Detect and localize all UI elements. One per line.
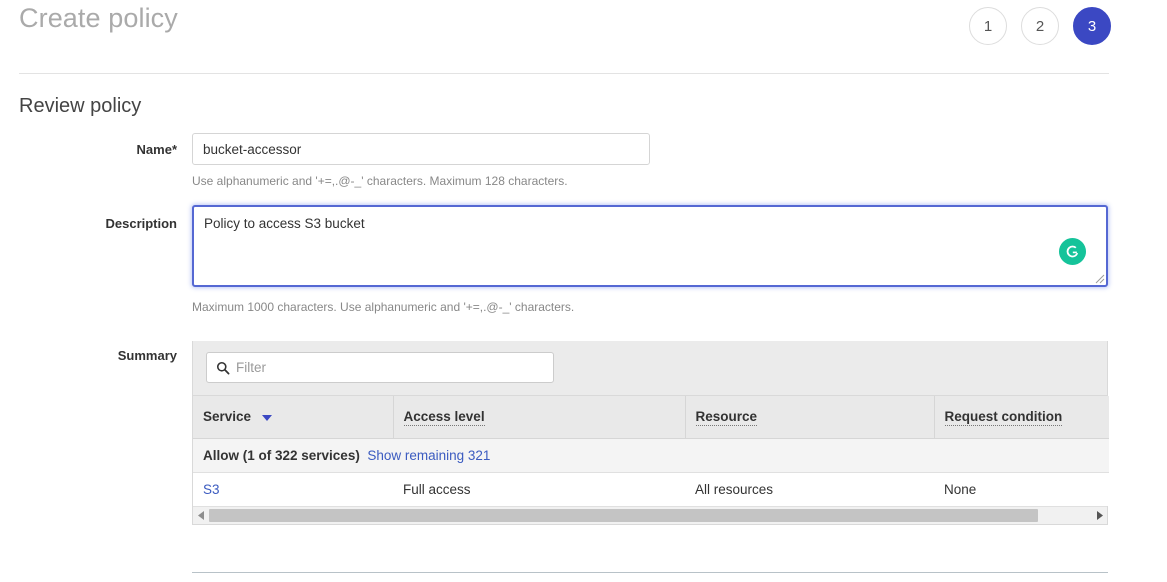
cell-access-level: Full access [393, 472, 685, 506]
step-3[interactable]: 3 [1073, 7, 1111, 45]
name-helper-text: Use alphanumeric and '+=,.@-_' character… [192, 174, 568, 188]
show-remaining-link[interactable]: Show remaining 321 [367, 448, 490, 463]
step-3-label: 3 [1088, 18, 1096, 35]
scrollbar-thumb[interactable] [209, 509, 1038, 522]
filter-box[interactable] [206, 352, 554, 383]
step-2[interactable]: 2 [1021, 7, 1059, 45]
column-header-service-label: Service [203, 409, 251, 424]
column-header-resource[interactable]: Resource [685, 396, 934, 438]
name-input[interactable] [192, 133, 650, 165]
table-group-row: Allow (1 of 322 services) Show remaining… [193, 438, 1109, 472]
sort-descending-icon [262, 415, 272, 421]
scroll-left-icon[interactable] [193, 507, 209, 524]
summary-table: Service Access level Resource Request co… [193, 396, 1109, 506]
summary-panel: Service Access level Resource Request co… [192, 341, 1108, 525]
horizontal-scrollbar[interactable] [193, 506, 1107, 524]
step-indicator: 1 2 3 [969, 7, 1111, 45]
table-header-row: Service Access level Resource Request co… [193, 396, 1109, 438]
header-divider [19, 73, 1109, 74]
page-title: Create policy [19, 3, 178, 34]
column-header-resource-label: Resource [696, 409, 758, 426]
scrollbar-track[interactable] [209, 509, 1091, 522]
grammarly-icon[interactable] [1059, 238, 1086, 265]
step-2-label: 2 [1036, 18, 1044, 35]
column-header-access-level-label: Access level [404, 409, 485, 426]
column-header-request-condition-label: Request condition [945, 409, 1063, 426]
section-title: Review policy [19, 95, 141, 118]
cell-service: S3 [193, 472, 393, 506]
filter-input[interactable] [236, 360, 553, 375]
column-header-request-condition[interactable]: Request condition [934, 396, 1109, 438]
description-helper-text: Maximum 1000 characters. Use alphanumeri… [192, 300, 574, 314]
name-label: Name* [0, 142, 177, 157]
group-row-cell: Allow (1 of 322 services) Show remaining… [193, 438, 1109, 472]
footer-divider [192, 572, 1108, 573]
service-link-s3[interactable]: S3 [203, 482, 220, 497]
table-row: S3 Full access All resources None [193, 472, 1109, 506]
description-label: Description [0, 216, 177, 231]
column-header-access-level[interactable]: Access level [393, 396, 685, 438]
description-field-wrapper [192, 205, 1108, 287]
scroll-right-icon[interactable] [1091, 507, 1107, 524]
cell-resource: All resources [685, 472, 934, 506]
search-icon [216, 361, 230, 375]
cell-request-condition: None [934, 472, 1109, 506]
column-header-service[interactable]: Service [193, 396, 393, 438]
description-textarea[interactable] [192, 205, 1108, 287]
step-1[interactable]: 1 [969, 7, 1007, 45]
page-header: Create policy 1 2 3 [0, 0, 1167, 73]
group-row-label: Allow (1 of 322 services) [203, 448, 360, 463]
summary-label: Summary [0, 348, 177, 363]
filter-bar [193, 341, 1107, 396]
step-1-label: 1 [984, 18, 992, 35]
